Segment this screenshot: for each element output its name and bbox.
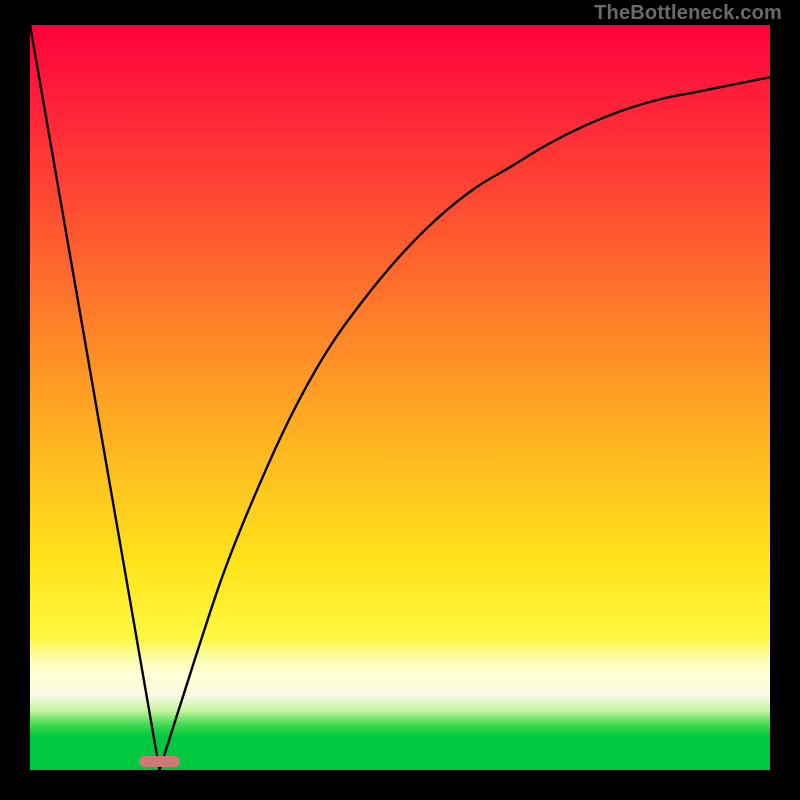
- plot-area: [30, 25, 770, 770]
- optimal-marker: [139, 756, 180, 767]
- chart-frame: TheBottleneck.com: [0, 0, 800, 800]
- watermark-text: TheBottleneck.com: [594, 2, 782, 25]
- curve-svg: [30, 25, 770, 770]
- bottleneck-curve: [30, 25, 770, 770]
